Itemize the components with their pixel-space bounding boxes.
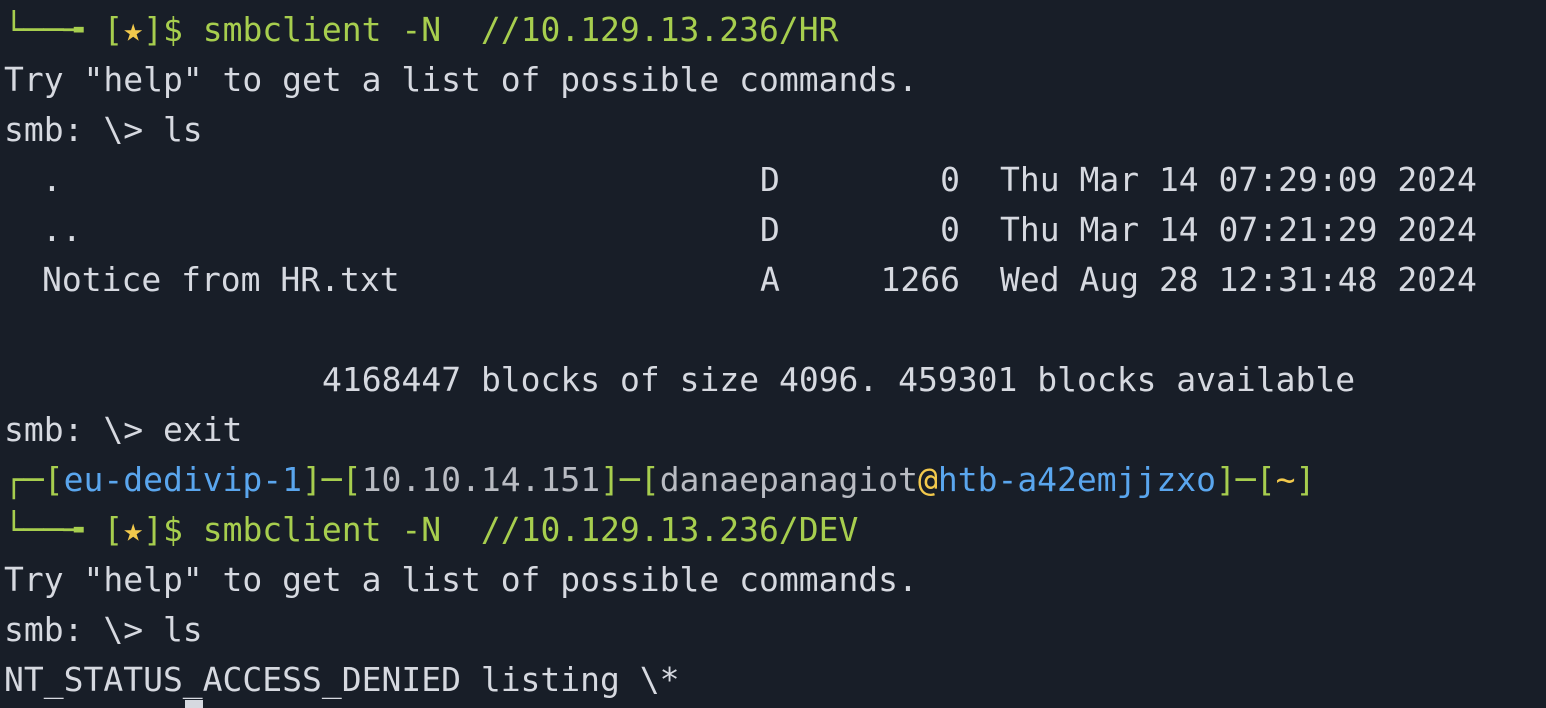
terminal-window[interactable]: └──╼ [★]$ smbclient -N //10.129.13.236/H… <box>0 0 1546 708</box>
hostname: htb-a42emjjzxo <box>937 460 1216 499</box>
prompt-header: ┌─[eu-dedivip-1]─[10.10.14.151]─[danaepa… <box>4 455 1546 505</box>
blocks-info: 4168447 blocks of size 4096. 459301 bloc… <box>322 360 1356 399</box>
file-attr: D <box>760 160 780 199</box>
prompt-prefix: └──╼ <box>4 510 104 549</box>
listing-row: .. D 0 Thu Mar 14 07:21:29 2024 <box>4 205 1546 255</box>
file-date: Thu Mar 14 07:21:29 2024 <box>1000 210 1477 249</box>
error-message: NT_STATUS_ACCESS_DENIED listing \* <box>4 660 680 699</box>
prompt-bracket-open: [ <box>103 510 124 549</box>
at-sign: @ <box>917 460 938 499</box>
prompt-bracket-close: ]$ <box>143 510 203 549</box>
username: danaepanagiot <box>659 460 918 499</box>
bracket: ] <box>1295 460 1316 499</box>
listing-row: . D 0 Thu Mar 14 07:29:09 2024 <box>4 155 1546 205</box>
file-attr: A <box>760 260 780 299</box>
text-cursor <box>185 700 203 708</box>
file-name: Notice from HR.txt <box>42 260 400 299</box>
prompt-bracket-open: [ <box>103 10 124 49</box>
prompt-prefix: └──╼ <box>4 10 104 49</box>
smb-prompt-ls: smb: \> ls <box>4 610 203 649</box>
prompt-line-2: └──╼ [★]$ smbclient -N //10.129.13.236/D… <box>4 505 1546 555</box>
blocks-info-line: 4168447 blocks of size 4096. 459301 bloc… <box>4 355 1546 405</box>
file-name: . <box>42 160 62 199</box>
star-icon: ★ <box>123 10 144 49</box>
prompt-line-1: └──╼ [★]$ smbclient -N //10.129.13.236/H… <box>4 5 1546 55</box>
help-message: Try "help" to get a list of possible com… <box>4 60 918 99</box>
cwd: ~ <box>1275 460 1296 499</box>
bracket-sep: ]─[ <box>302 460 362 499</box>
bracket: [ <box>43 460 64 499</box>
file-attr: D <box>760 210 780 249</box>
file-date: Thu Mar 14 07:29:09 2024 <box>1000 160 1477 199</box>
prompt-bracket-close: ]$ <box>143 10 203 49</box>
prompt-corner: ┌─ <box>4 460 44 499</box>
vpn-name: eu-dedivip-1 <box>63 460 303 499</box>
help-message: Try "help" to get a list of possible com… <box>4 560 918 599</box>
command-text: smbclient -N //10.129.13.236/HR <box>202 10 839 49</box>
smb-prompt-exit: smb: \> exit <box>4 410 243 449</box>
bracket-sep: ]─[ <box>1216 460 1276 499</box>
file-date: Wed Aug 28 12:31:48 2024 <box>1000 260 1477 299</box>
smb-prompt-ls: smb: \> ls <box>4 110 203 149</box>
command-text: smbclient -N //10.129.13.236/DEV <box>202 510 859 549</box>
bracket-sep: ]─[ <box>600 460 660 499</box>
file-size: 0 <box>940 160 960 199</box>
file-size: 1266 <box>880 260 960 299</box>
ip-address: 10.10.14.151 <box>361 460 601 499</box>
listing-row: Notice from HR.txt A 1266 Wed Aug 28 12:31:… <box>4 255 1546 305</box>
file-size: 0 <box>940 210 960 249</box>
file-name: .. <box>42 210 82 249</box>
star-icon: ★ <box>123 510 144 549</box>
